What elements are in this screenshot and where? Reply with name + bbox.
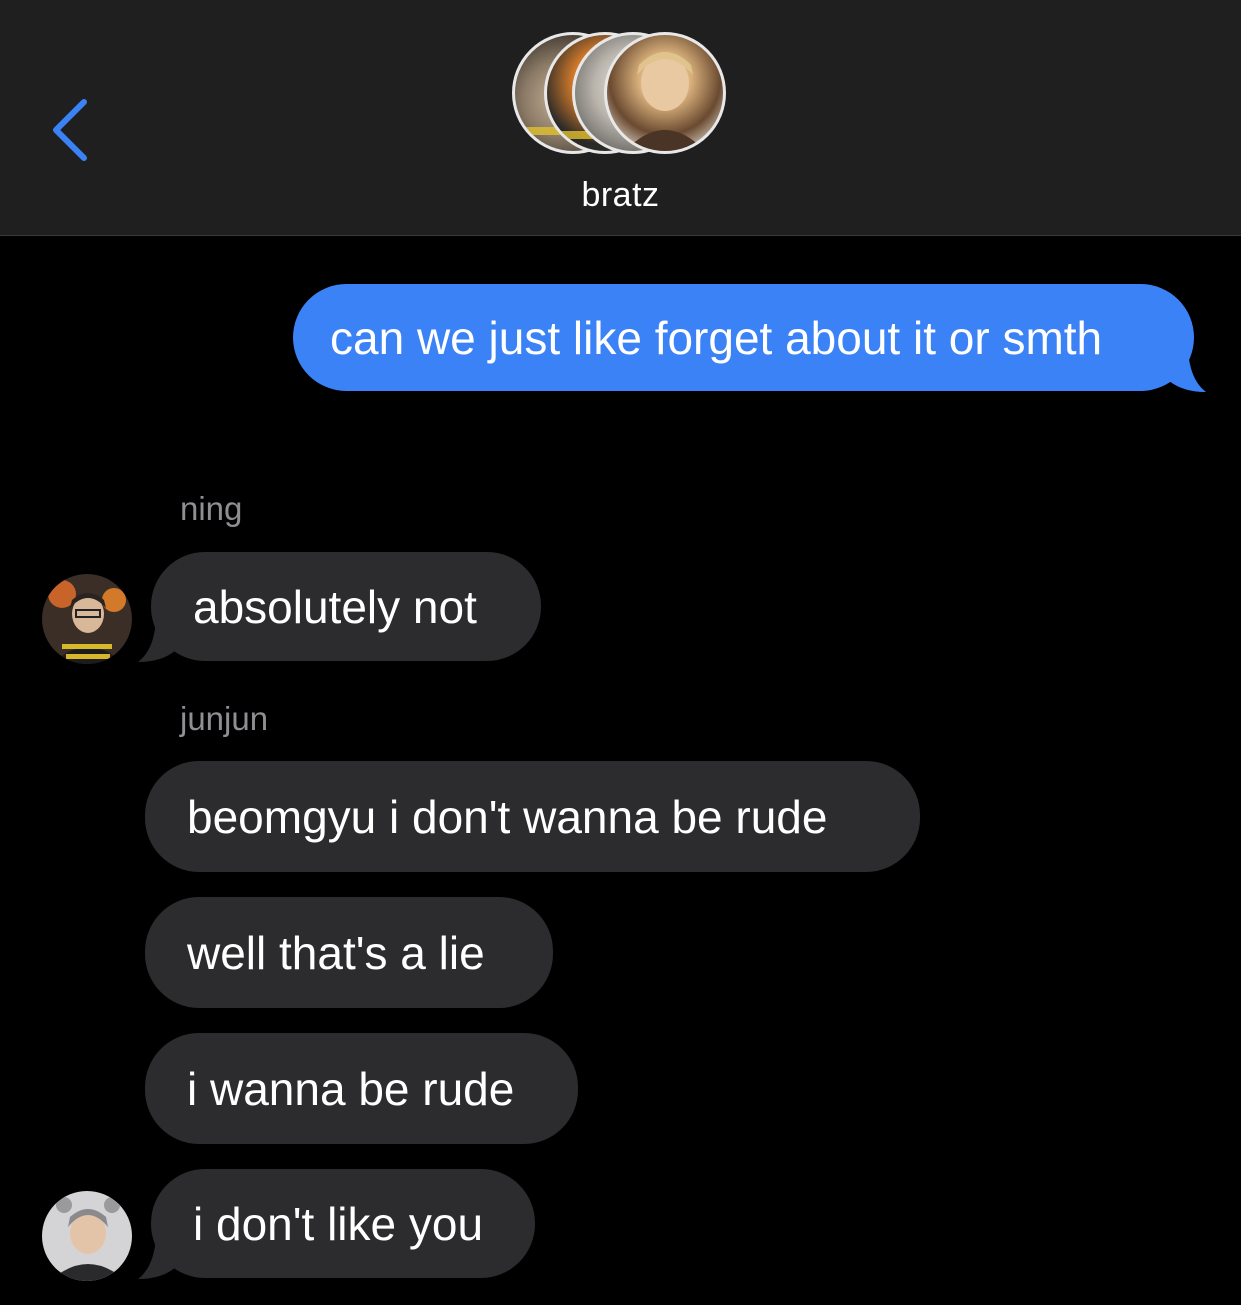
received-message-bubble[interactable]: beomgyu i don't wanna be rude: [145, 761, 920, 872]
chevron-left-icon: [53, 99, 87, 161]
back-button[interactable]: [44, 92, 104, 172]
message-text: i wanna be rude: [187, 1062, 515, 1115]
received-message-bubble[interactable]: well that's a lie: [145, 897, 553, 1008]
message-text: i don't like you: [193, 1197, 484, 1250]
received-message-bubble[interactable]: i wanna be rude: [145, 1033, 578, 1144]
received-message-bubble[interactable]: absolutely not: [151, 552, 541, 661]
bubble-tail: [1168, 350, 1206, 392]
sent-message-bubble[interactable]: can we just like forget about it or smth: [293, 284, 1194, 391]
bubble-tail: [138, 1237, 176, 1279]
message-text: absolutely not: [193, 580, 477, 633]
message-text: well that's a lie: [187, 926, 485, 979]
received-message-bubble[interactable]: i don't like you: [151, 1169, 535, 1278]
bubble-tail: [138, 620, 176, 662]
group-avatars[interactable]: [512, 32, 732, 160]
chat-header: bratz: [0, 0, 1241, 236]
message-text: can we just like forget about it or smth: [330, 311, 1103, 364]
junjun-avatar[interactable]: [42, 1191, 132, 1281]
message-text: beomgyu i don't wanna be rude: [187, 790, 828, 843]
sender-name: junjun: [180, 700, 269, 737]
group-name[interactable]: bratz: [0, 176, 1241, 215]
ning-avatar[interactable]: [42, 574, 132, 664]
sender-name: ning: [180, 490, 243, 527]
group-member-avatar: [604, 32, 726, 154]
